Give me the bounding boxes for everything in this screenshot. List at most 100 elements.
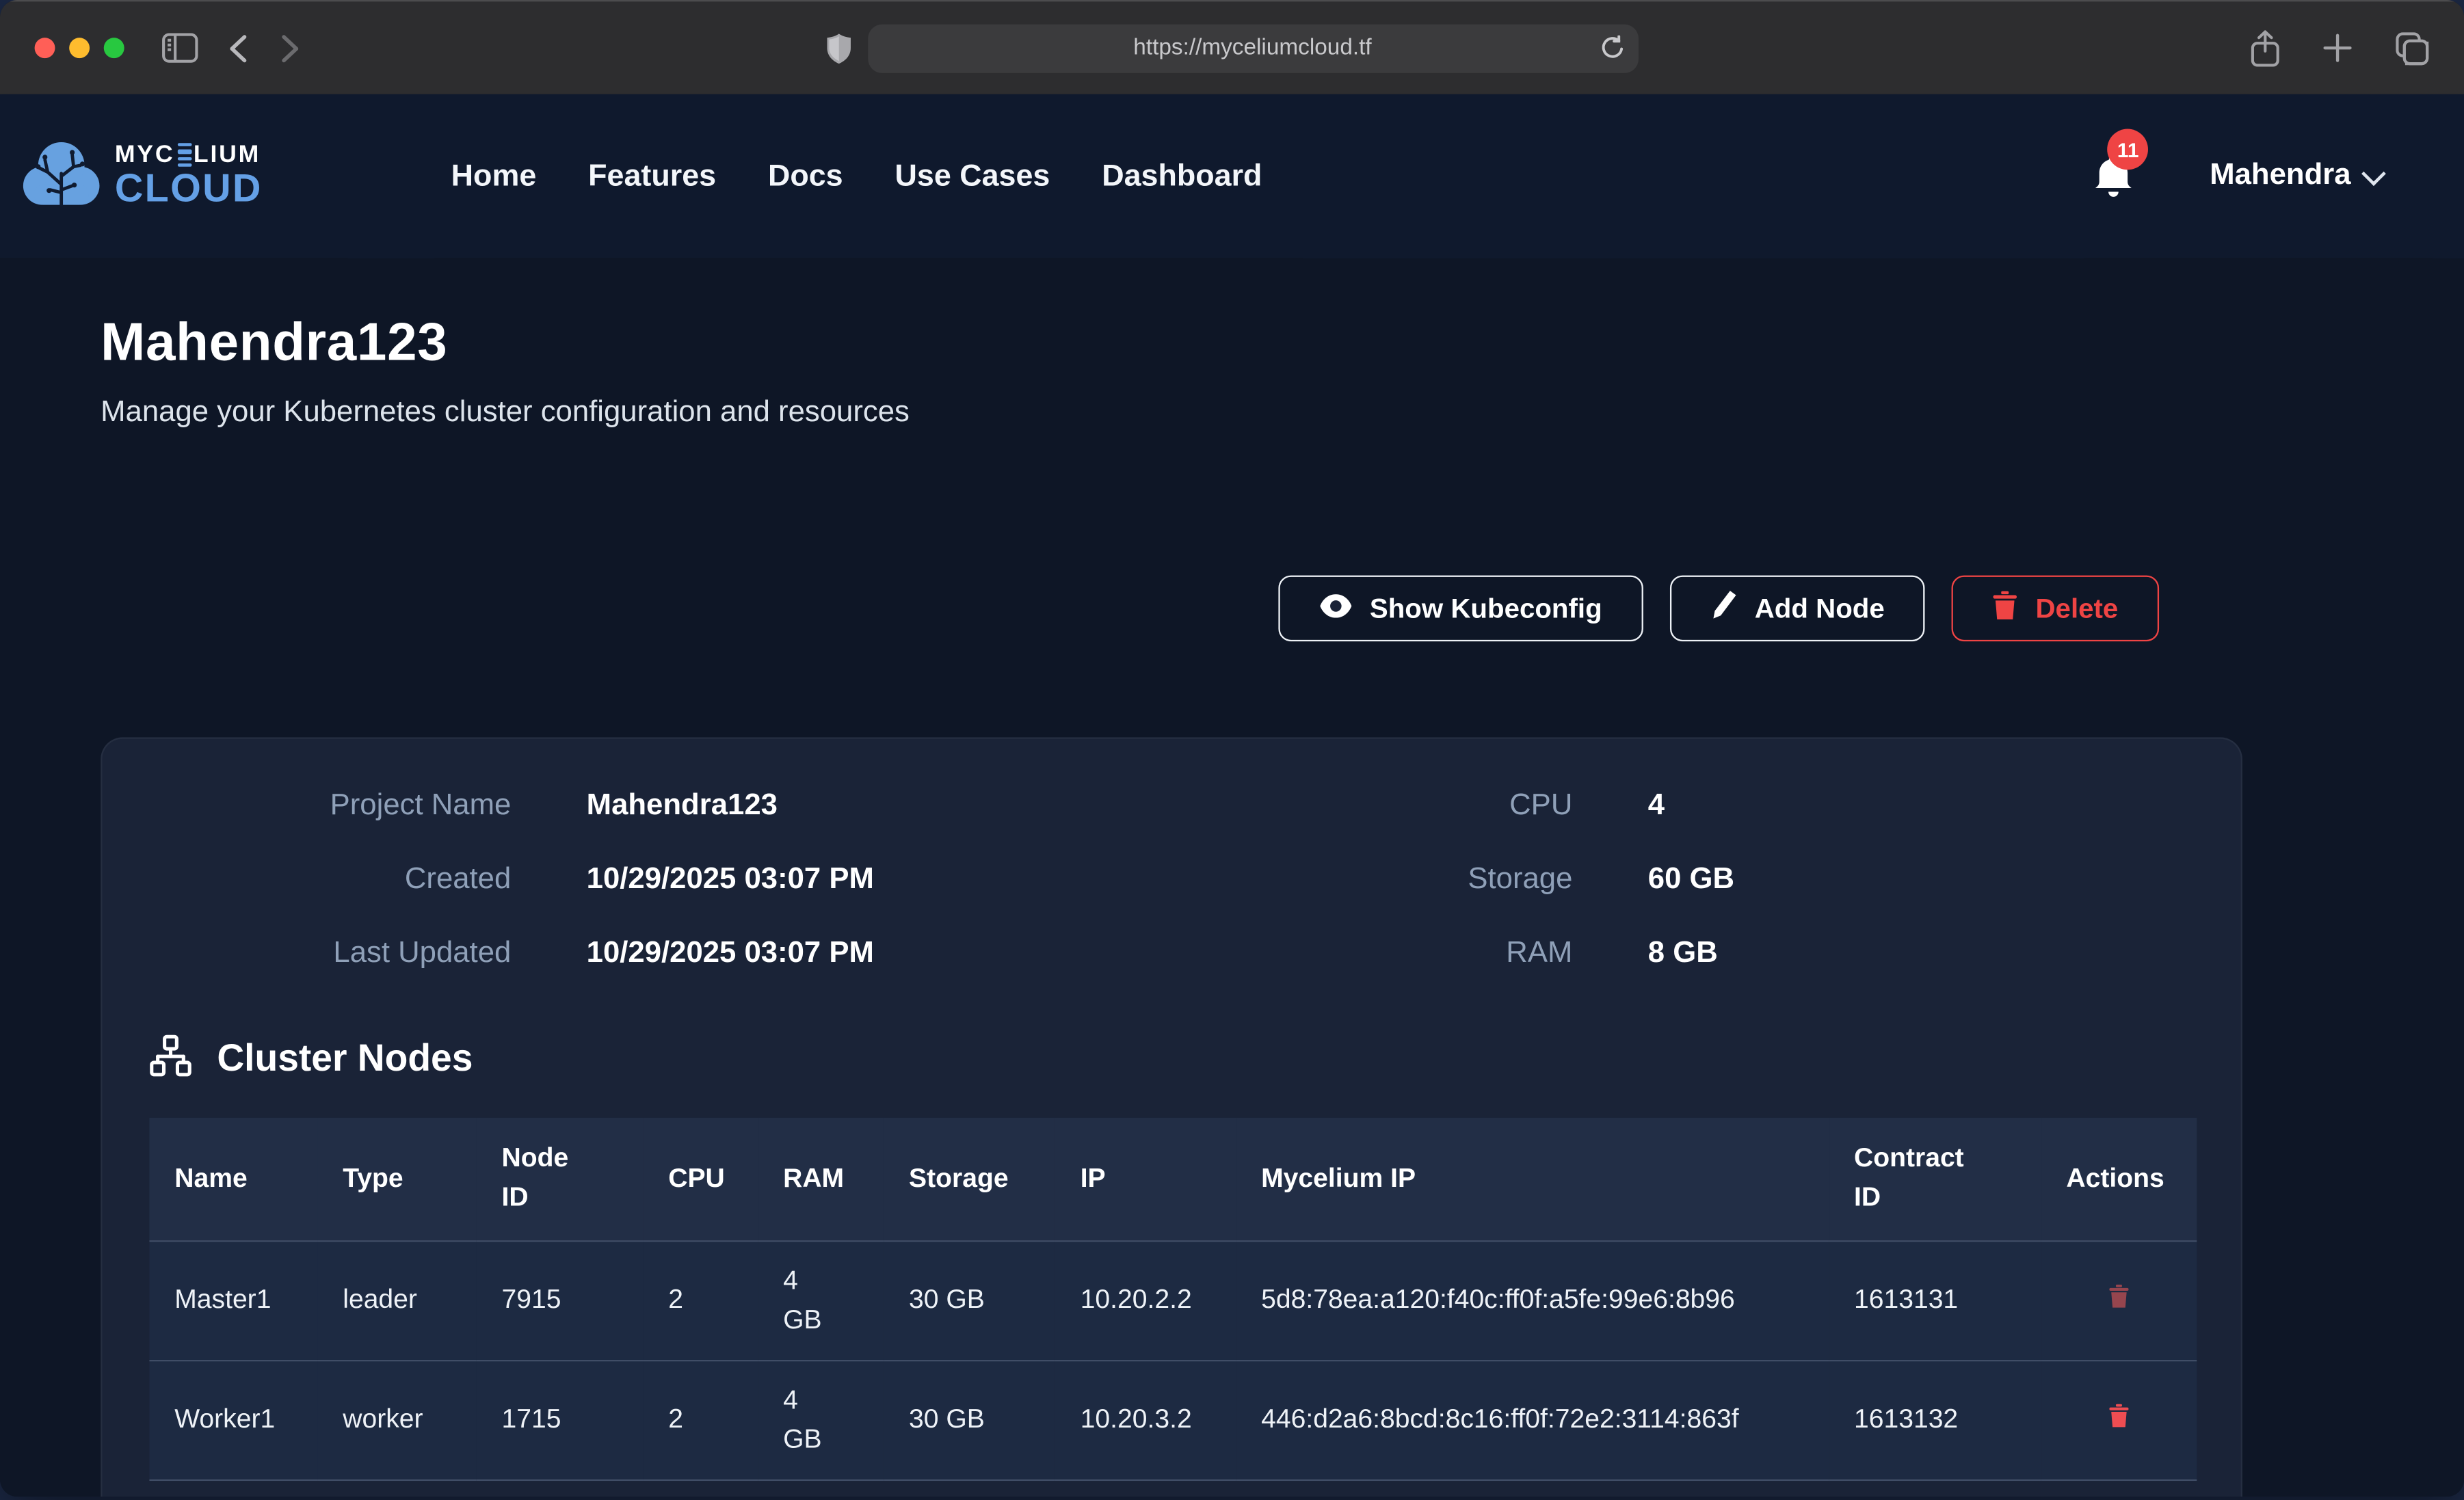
col-storage: Storage — [884, 1119, 1055, 1241]
chevron-down-icon — [2361, 161, 2386, 185]
share-icon[interactable] — [2250, 29, 2280, 67]
privacy-shield-icon[interactable] — [826, 33, 849, 63]
browser-toolbar: https://myceliumcloud.tf — [0, 0, 2464, 94]
url-text: https://myceliumcloud.tf — [1133, 36, 1371, 61]
cluster-actions: Show Kubeconfig Add Node Delete — [101, 576, 2242, 642]
project-name-label: Project Name — [149, 790, 511, 825]
delete-node-icon[interactable] — [2108, 1404, 2129, 1428]
nav-link-use-cases[interactable]: Use Cases — [895, 158, 1050, 194]
created-value: 10/29/2025 03:07 PM — [587, 863, 1124, 898]
col-contract-id: Contract ID — [1829, 1119, 2041, 1241]
col-name: Name — [149, 1119, 317, 1241]
info-row: Storage 60 GB — [1219, 863, 2194, 898]
logo-line1: MYCLIUM — [115, 143, 263, 168]
cluster-info: Project Name Mahendra123 Created 10/29/2… — [149, 784, 2193, 972]
table-row: Worker1 worker 1715 2 4 GB 30 GB 10.20.3… — [149, 1360, 2197, 1479]
info-row: Last Updated 10/29/2025 03:07 PM — [149, 937, 1124, 972]
show-kubeconfig-button[interactable]: Show Kubeconfig — [1279, 576, 1643, 642]
cell-ip: 10.20.2.2 — [1055, 1241, 1236, 1361]
cell-mycelium-ip: 446:d2a6:8bcd:8c16:ff0f:72e2:3114:863f — [1236, 1360, 1829, 1479]
pencil-icon — [1710, 590, 1737, 628]
cell-ram: 4 GB — [758, 1360, 884, 1479]
delete-label: Delete — [2036, 593, 2119, 626]
cell-storage: 30 GB — [884, 1360, 1055, 1479]
maximize-window-button[interactable] — [104, 38, 124, 58]
forward-icon[interactable] — [282, 34, 299, 62]
cell-ram: 4 GB — [758, 1241, 884, 1361]
info-row: RAM 8 GB — [1219, 937, 2194, 972]
new-tab-icon[interactable] — [2322, 33, 2353, 63]
delete-node-icon[interactable] — [2108, 1285, 2129, 1309]
delete-cluster-button[interactable]: Delete — [1952, 576, 2159, 642]
info-row: Project Name Mahendra123 — [149, 790, 1124, 825]
logo-text: MYCLIUM CLOUD — [115, 143, 263, 210]
col-node-id: Node ID — [477, 1119, 644, 1241]
add-node-label: Add Node — [1755, 593, 1885, 626]
back-icon[interactable] — [230, 34, 247, 62]
screenshot-stage: https://myceliumcloud.tf — [0, 0, 2464, 1500]
col-ip: IP — [1055, 1119, 1236, 1241]
user-menu[interactable]: Mahendra — [2210, 159, 2382, 193]
minimize-window-button[interactable] — [69, 38, 90, 58]
site-navbar: MYCLIUM CLOUD Home Features Docs Use Cas… — [0, 94, 2464, 258]
col-mycelium-ip: Mycelium IP — [1236, 1119, 1829, 1241]
nav-links: Home Features Docs Use Cases Dashboard — [451, 158, 1262, 194]
sidebar-toggle-icon[interactable] — [162, 33, 198, 63]
cell-name: Master1 — [149, 1241, 317, 1361]
show-kubeconfig-label: Show Kubeconfig — [1370, 593, 1602, 626]
table-header-row: Name Type Node ID CPU RAM Storage IP Myc… — [149, 1119, 2197, 1241]
cell-node-id: 1715 — [477, 1360, 644, 1479]
cell-ip: 10.20.3.2 — [1055, 1360, 1236, 1479]
cell-type: worker — [317, 1360, 476, 1479]
last-updated-label: Last Updated — [149, 937, 511, 972]
cell-contract-id: 1613132 — [1829, 1360, 2041, 1479]
project-name-value: Mahendra123 — [587, 790, 1124, 825]
cell-cpu: 2 — [643, 1241, 758, 1361]
nav-link-docs[interactable]: Docs — [768, 158, 843, 194]
user-name: Mahendra — [2210, 159, 2350, 193]
site-logo[interactable]: MYCLIUM CLOUD — [21, 135, 263, 217]
cpu-value: 4 — [1648, 790, 2194, 825]
browser-window: https://myceliumcloud.tf — [0, 0, 2464, 1497]
last-updated-value: 10/29/2025 03:07 PM — [587, 937, 1124, 972]
cluster-card: Project Name Mahendra123 Created 10/29/2… — [101, 738, 2242, 1497]
mycelium-cloud-logo-icon — [21, 135, 103, 217]
col-type: Type — [317, 1119, 476, 1241]
ram-label: RAM — [1219, 937, 1572, 972]
nav-link-home[interactable]: Home — [451, 158, 537, 194]
cell-name: Worker1 — [149, 1360, 317, 1479]
cluster-nodes-table: Name Type Node ID CPU RAM Storage IP Myc… — [149, 1119, 2197, 1481]
info-row: Created 10/29/2025 03:07 PM — [149, 863, 1124, 898]
cell-actions — [2041, 1241, 2197, 1361]
refresh-icon[interactable] — [1600, 36, 1624, 61]
cell-mycelium-ip: 5d8:78ea:a120:f40c:ff0f:a5fe:99e6:8b96 — [1236, 1241, 1829, 1361]
address-bar[interactable]: https://myceliumcloud.tf — [867, 23, 1638, 72]
col-ram: RAM — [758, 1119, 884, 1241]
nav-link-dashboard[interactable]: Dashboard — [1102, 158, 1262, 194]
add-node-button[interactable]: Add Node — [1670, 576, 1926, 642]
page-content: Mahendra123 Manage your Kubernetes clust… — [0, 94, 2464, 1497]
nav-link-features[interactable]: Features — [588, 158, 716, 194]
trash-icon — [1993, 591, 2018, 627]
ram-value: 8 GB — [1648, 937, 2194, 972]
close-window-button[interactable] — [35, 38, 55, 58]
col-cpu: CPU — [643, 1119, 758, 1241]
page-subtitle: Manage your Kubernetes cluster configura… — [101, 397, 2242, 431]
cell-type: leader — [317, 1241, 476, 1361]
cell-contract-id: 1613131 — [1829, 1241, 2041, 1361]
cell-storage: 30 GB — [884, 1241, 1055, 1361]
cell-actions — [2041, 1360, 2197, 1479]
notifications-button[interactable]: 11 — [2093, 154, 2134, 198]
history-buttons — [230, 34, 299, 62]
table-row: Master1 leader 7915 2 4 GB 30 GB 10.20.2… — [149, 1241, 2197, 1361]
traffic-lights — [35, 38, 124, 58]
logo-e-icon — [177, 143, 191, 168]
storage-label: Storage — [1219, 863, 1572, 898]
cluster-nodes-icon — [149, 1035, 191, 1086]
cell-cpu: 2 — [643, 1360, 758, 1479]
cluster-nodes-title: Cluster Nodes — [217, 1039, 473, 1082]
info-row: CPU 4 — [1219, 790, 2194, 825]
created-label: Created — [149, 863, 511, 898]
tab-overview-icon[interactable] — [2395, 31, 2430, 66]
cpu-label: CPU — [1219, 790, 1572, 825]
